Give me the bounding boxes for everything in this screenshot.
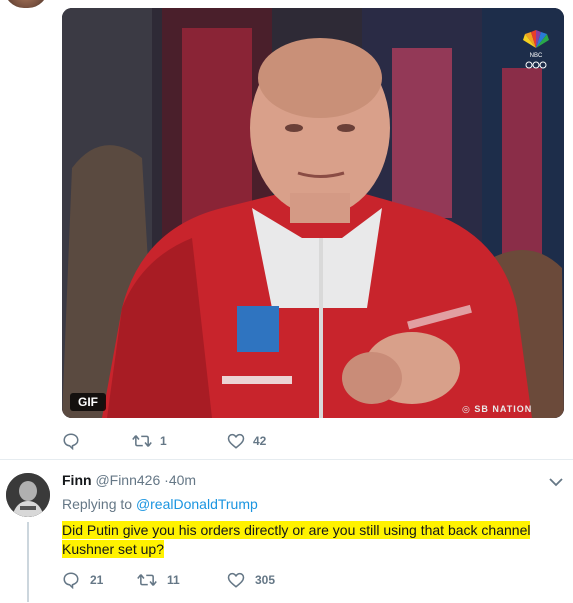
- user-name[interactable]: Finn: [62, 472, 92, 488]
- sbnation-watermark: ◎ SB NATION: [462, 404, 533, 414]
- nbc-logo-icon: NBC: [523, 30, 549, 69]
- reply-like-button[interactable]: 305: [227, 571, 307, 589]
- retweet-button[interactable]: 1: [132, 432, 227, 450]
- gif-media[interactable]: [62, 8, 564, 418]
- user-handle[interactable]: @Finn426: [95, 472, 160, 488]
- heart-icon: [227, 433, 245, 449]
- nbc-text: NBC: [530, 53, 543, 59]
- tweet-divider: [0, 459, 573, 460]
- reply-avatar[interactable]: [6, 473, 50, 517]
- reply-like-count: 305: [255, 573, 276, 587]
- reply-header: Finn @Finn426 ·40m: [62, 472, 196, 488]
- replying-prefix: Replying to: [62, 496, 133, 512]
- heart-icon: [227, 572, 245, 588]
- gif-frame-illustration: [62, 8, 564, 418]
- reply-reply-button[interactable]: 21: [62, 571, 137, 589]
- previous-avatar[interactable]: [4, 0, 48, 8]
- tweet-action-bar: 1 42: [62, 432, 307, 450]
- reply-text: Did Putin give you his orders directly o…: [62, 521, 537, 559]
- reply-icon: [63, 572, 79, 589]
- like-count: 42: [253, 434, 267, 448]
- reply-icon: [63, 433, 79, 450]
- watermark-text: SB NATION: [474, 404, 533, 414]
- thread-line: [27, 522, 29, 602]
- reply-retweet-button[interactable]: 11: [137, 571, 227, 589]
- gif-badge: GIF: [70, 393, 106, 411]
- reply-text-line2: Kushner set up?: [62, 540, 164, 558]
- mention-link[interactable]: @realDonaldTrump: [136, 496, 258, 512]
- like-button[interactable]: 42: [227, 432, 307, 450]
- chevron-down-icon[interactable]: [548, 474, 564, 490]
- avatar-image: [6, 473, 50, 517]
- reply-reply-count: 21: [90, 573, 104, 587]
- replying-to: Replying to @realDonaldTrump: [62, 496, 258, 512]
- reply-text-line1: Did Putin give you his orders directly o…: [62, 521, 531, 539]
- reply-button[interactable]: [62, 432, 132, 450]
- timestamp[interactable]: 40m: [169, 472, 196, 488]
- retweet-icon: [137, 574, 157, 586]
- reply-retweet-count: 11: [167, 573, 180, 587]
- retweet-count: 1: [160, 434, 167, 448]
- retweet-icon: [132, 435, 152, 447]
- reply-action-bar: 21 11 305: [62, 571, 307, 589]
